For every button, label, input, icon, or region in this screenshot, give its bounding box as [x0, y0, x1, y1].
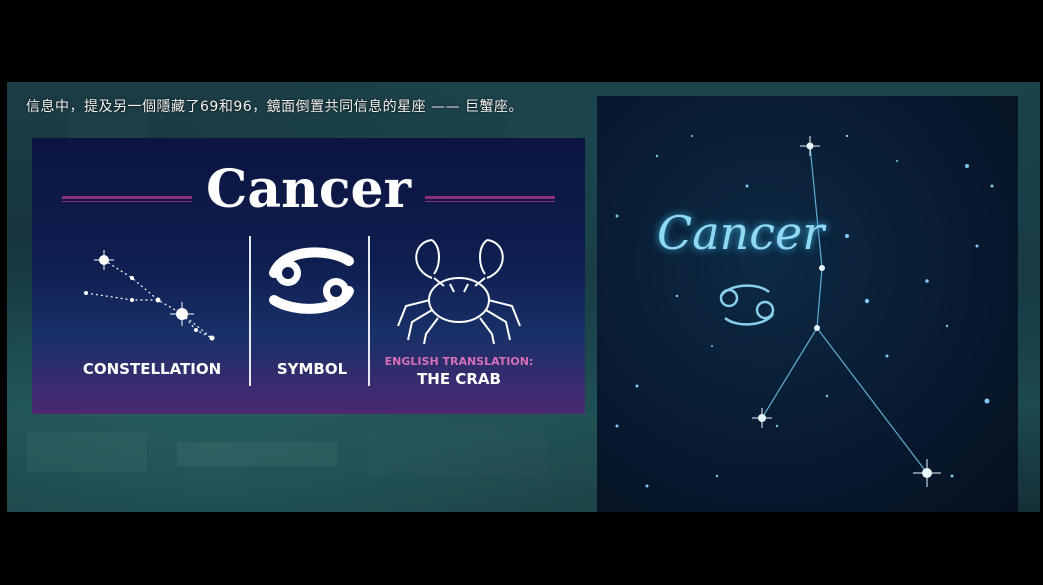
- cancer-star-panel: Cancer: [597, 96, 1018, 512]
- card-divider-left: [249, 236, 251, 386]
- cancer-symbol-icon: [269, 247, 354, 314]
- dialogue-subtitle: 信息中，提及另一個隱藏了69和96，鏡面倒置共同信息的星座 —— 巨蟹座。: [26, 99, 524, 115]
- translation-heading: ENGLISH TRANSLATION:: [384, 355, 534, 368]
- translation-value: THE CRAB: [417, 370, 501, 388]
- cancer-info-card: Cancer CONSTELLATION SYMBOL ENGLISH TRAN…: [32, 138, 585, 414]
- constellation-caption: CONSTELLATION: [82, 360, 222, 378]
- panel-cancer-title: Cancer: [657, 206, 825, 260]
- symbol-caption: SYMBOL: [276, 360, 348, 378]
- star-field: [615, 134, 994, 488]
- constellation-icon: [84, 250, 215, 341]
- card-divider-right: [368, 236, 370, 386]
- card-title: Cancer: [205, 159, 412, 220]
- crab-icon: [397, 239, 521, 345]
